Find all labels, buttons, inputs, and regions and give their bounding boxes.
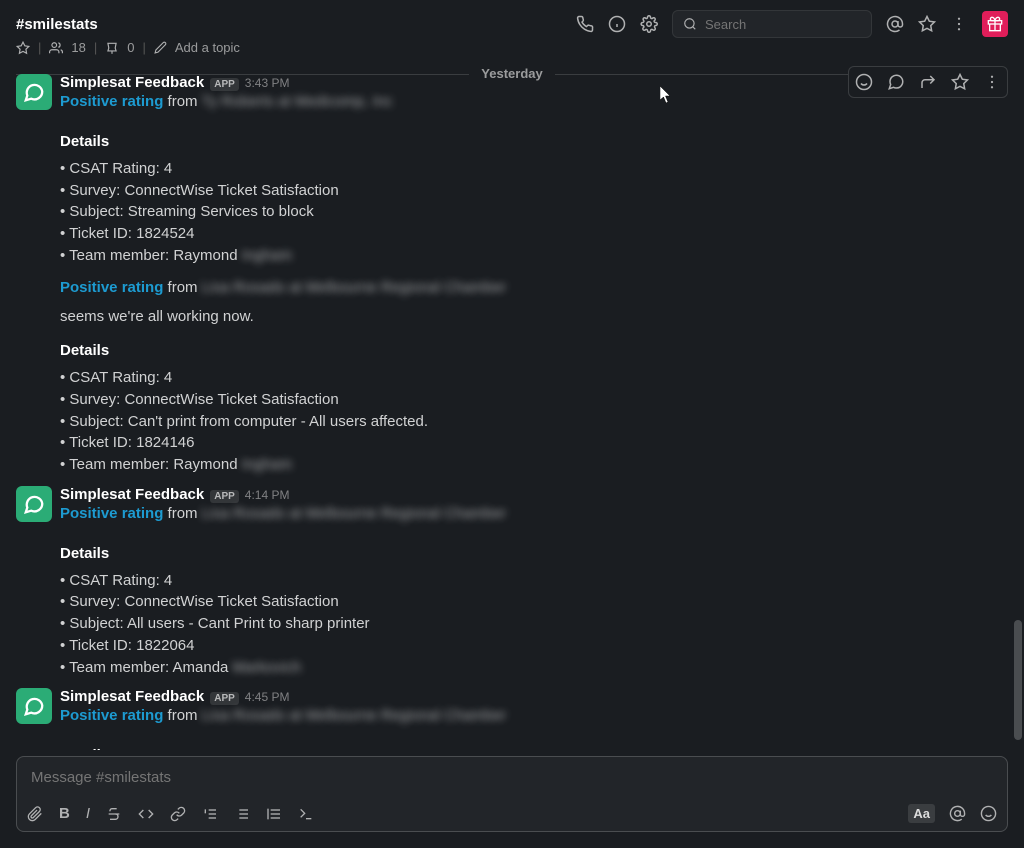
app-badge: APP [210,78,239,91]
more-actions-icon[interactable] [981,71,1003,93]
details-heading: Details [60,545,1008,562]
from-text: from [168,505,198,522]
phone-icon[interactable] [576,15,594,33]
channel-header: #smilestats [0,0,1024,40]
details-heading: Details [60,133,1008,150]
channel-subheader: | 18 | 0 | Add a topic [0,40,1024,61]
detail-item: • CSAT Rating: 4 [60,158,1008,180]
detail-item: • Team member: Raymond Ingham [60,454,1008,476]
redacted-customer: Lisa Rosado at Melbourne Regional Chambe… [202,505,506,522]
message: Simplesat Feedback APP 4:14 PM Positive … [16,482,1008,679]
comment-text: seems we're all working now. [60,306,1008,328]
gear-icon[interactable] [640,15,658,33]
blockquote-icon[interactable] [266,806,282,822]
detail-item: • Ticket ID: 1824524 [60,223,1008,245]
add-reaction-icon[interactable] [853,71,875,93]
rating-link[interactable]: Positive rating [60,279,163,296]
bold-icon[interactable]: B [59,805,70,822]
avatar[interactable] [16,486,52,522]
attachment-icon[interactable] [27,806,43,822]
detail-item: • Team member: Raymond Ingham [60,245,1008,267]
redacted-customer: Ty Roberts at Medicomp, Inc [201,93,392,110]
bookmark-icon[interactable] [949,71,971,93]
detail-item: • Subject: Streaming Services to block [60,201,1008,223]
message: Simplesat Feedback APP 4:45 PM Positive … [16,684,1008,750]
star-outline-icon[interactable] [16,41,30,55]
message-composer: B I Aa [16,756,1008,832]
message-author[interactable]: Simplesat Feedback [60,688,204,705]
more-icon[interactable] [950,15,968,33]
message-time: 4:14 PM [245,488,290,502]
message-time: 3:43 PM [245,76,290,90]
app-badge: APP [210,692,239,705]
mention-icon[interactable] [949,805,966,822]
avatar[interactable] [16,688,52,724]
message-list: Simplesat Feedback APP 3:43 PM Positive … [0,70,1024,750]
header-actions [576,10,1008,38]
code-icon[interactable] [138,806,154,822]
emoji-icon[interactable] [980,805,997,822]
thread-icon[interactable] [885,71,907,93]
search-icon [683,17,697,31]
detail-item: • Survey: ConnectWise Ticket Satisfactio… [60,591,1008,613]
channel-name[interactable]: #smilestats [16,16,98,33]
rating-link[interactable]: Positive rating [60,93,163,110]
code-block-icon[interactable] [298,806,314,822]
pencil-icon[interactable] [154,41,167,54]
rating-link[interactable]: Positive rating [60,505,163,522]
rating-link[interactable]: Positive rating [60,707,163,724]
details-heading: Details [60,342,1008,359]
bullet-list-icon[interactable] [234,806,250,822]
composer-toolbar: B I Aa [17,798,1007,831]
scrollbar-thumb[interactable] [1014,620,1022,740]
detail-item: • CSAT Rating: 4 [60,570,1008,592]
members-icon[interactable] [49,41,63,55]
link-icon[interactable] [170,806,186,822]
from-text: from [168,707,198,724]
search-input[interactable] [705,17,881,32]
detail-item: • Subject: Can't print from computer - A… [60,411,1008,433]
detail-item: • Ticket ID: 1822064 [60,635,1008,657]
message-time: 4:45 PM [245,690,290,704]
redacted-customer: Lisa Rosado at Melbourne Regional Chambe… [202,279,506,296]
pin-count[interactable]: 0 [127,40,134,55]
ordered-list-icon[interactable] [202,806,218,822]
strikethrough-icon[interactable] [106,806,122,822]
composer-input[interactable] [17,757,1007,798]
detail-item: • Ticket ID: 1824146 [60,432,1008,454]
from-text: from [168,93,198,110]
avatar[interactable] [16,74,52,110]
gift-icon[interactable] [982,11,1008,37]
italic-icon[interactable]: I [86,805,90,822]
redacted-customer: Lisa Rosado at Melbourne Regional Chambe… [202,707,506,724]
detail-item: • CSAT Rating: 4 [60,367,1008,389]
message-author[interactable]: Simplesat Feedback [60,74,204,91]
search-box[interactable] [672,10,872,38]
share-icon[interactable] [917,71,939,93]
mention-icon[interactable] [886,15,904,33]
detail-item: • Subject: All users - Cant Print to sha… [60,613,1008,635]
details-heading: Details [60,747,1008,750]
message-author[interactable]: Simplesat Feedback [60,486,204,503]
message: Simplesat Feedback APP 3:43 PM Positive … [16,70,1008,476]
detail-item: • Survey: ConnectWise Ticket Satisfactio… [60,389,1008,411]
add-topic[interactable]: Add a topic [175,40,240,55]
detail-item: • Survey: ConnectWise Ticket Satisfactio… [60,180,1008,202]
pin-icon[interactable] [105,41,119,55]
format-toggle[interactable]: Aa [908,804,935,823]
detail-item: • Team member: Amanda Markovich [60,657,1008,679]
from-text: from [168,279,198,296]
star-icon[interactable] [918,15,936,33]
app-badge: APP [210,490,239,503]
info-icon[interactable] [608,15,626,33]
message-hover-toolbar [848,66,1008,98]
member-count[interactable]: 18 [71,40,85,55]
